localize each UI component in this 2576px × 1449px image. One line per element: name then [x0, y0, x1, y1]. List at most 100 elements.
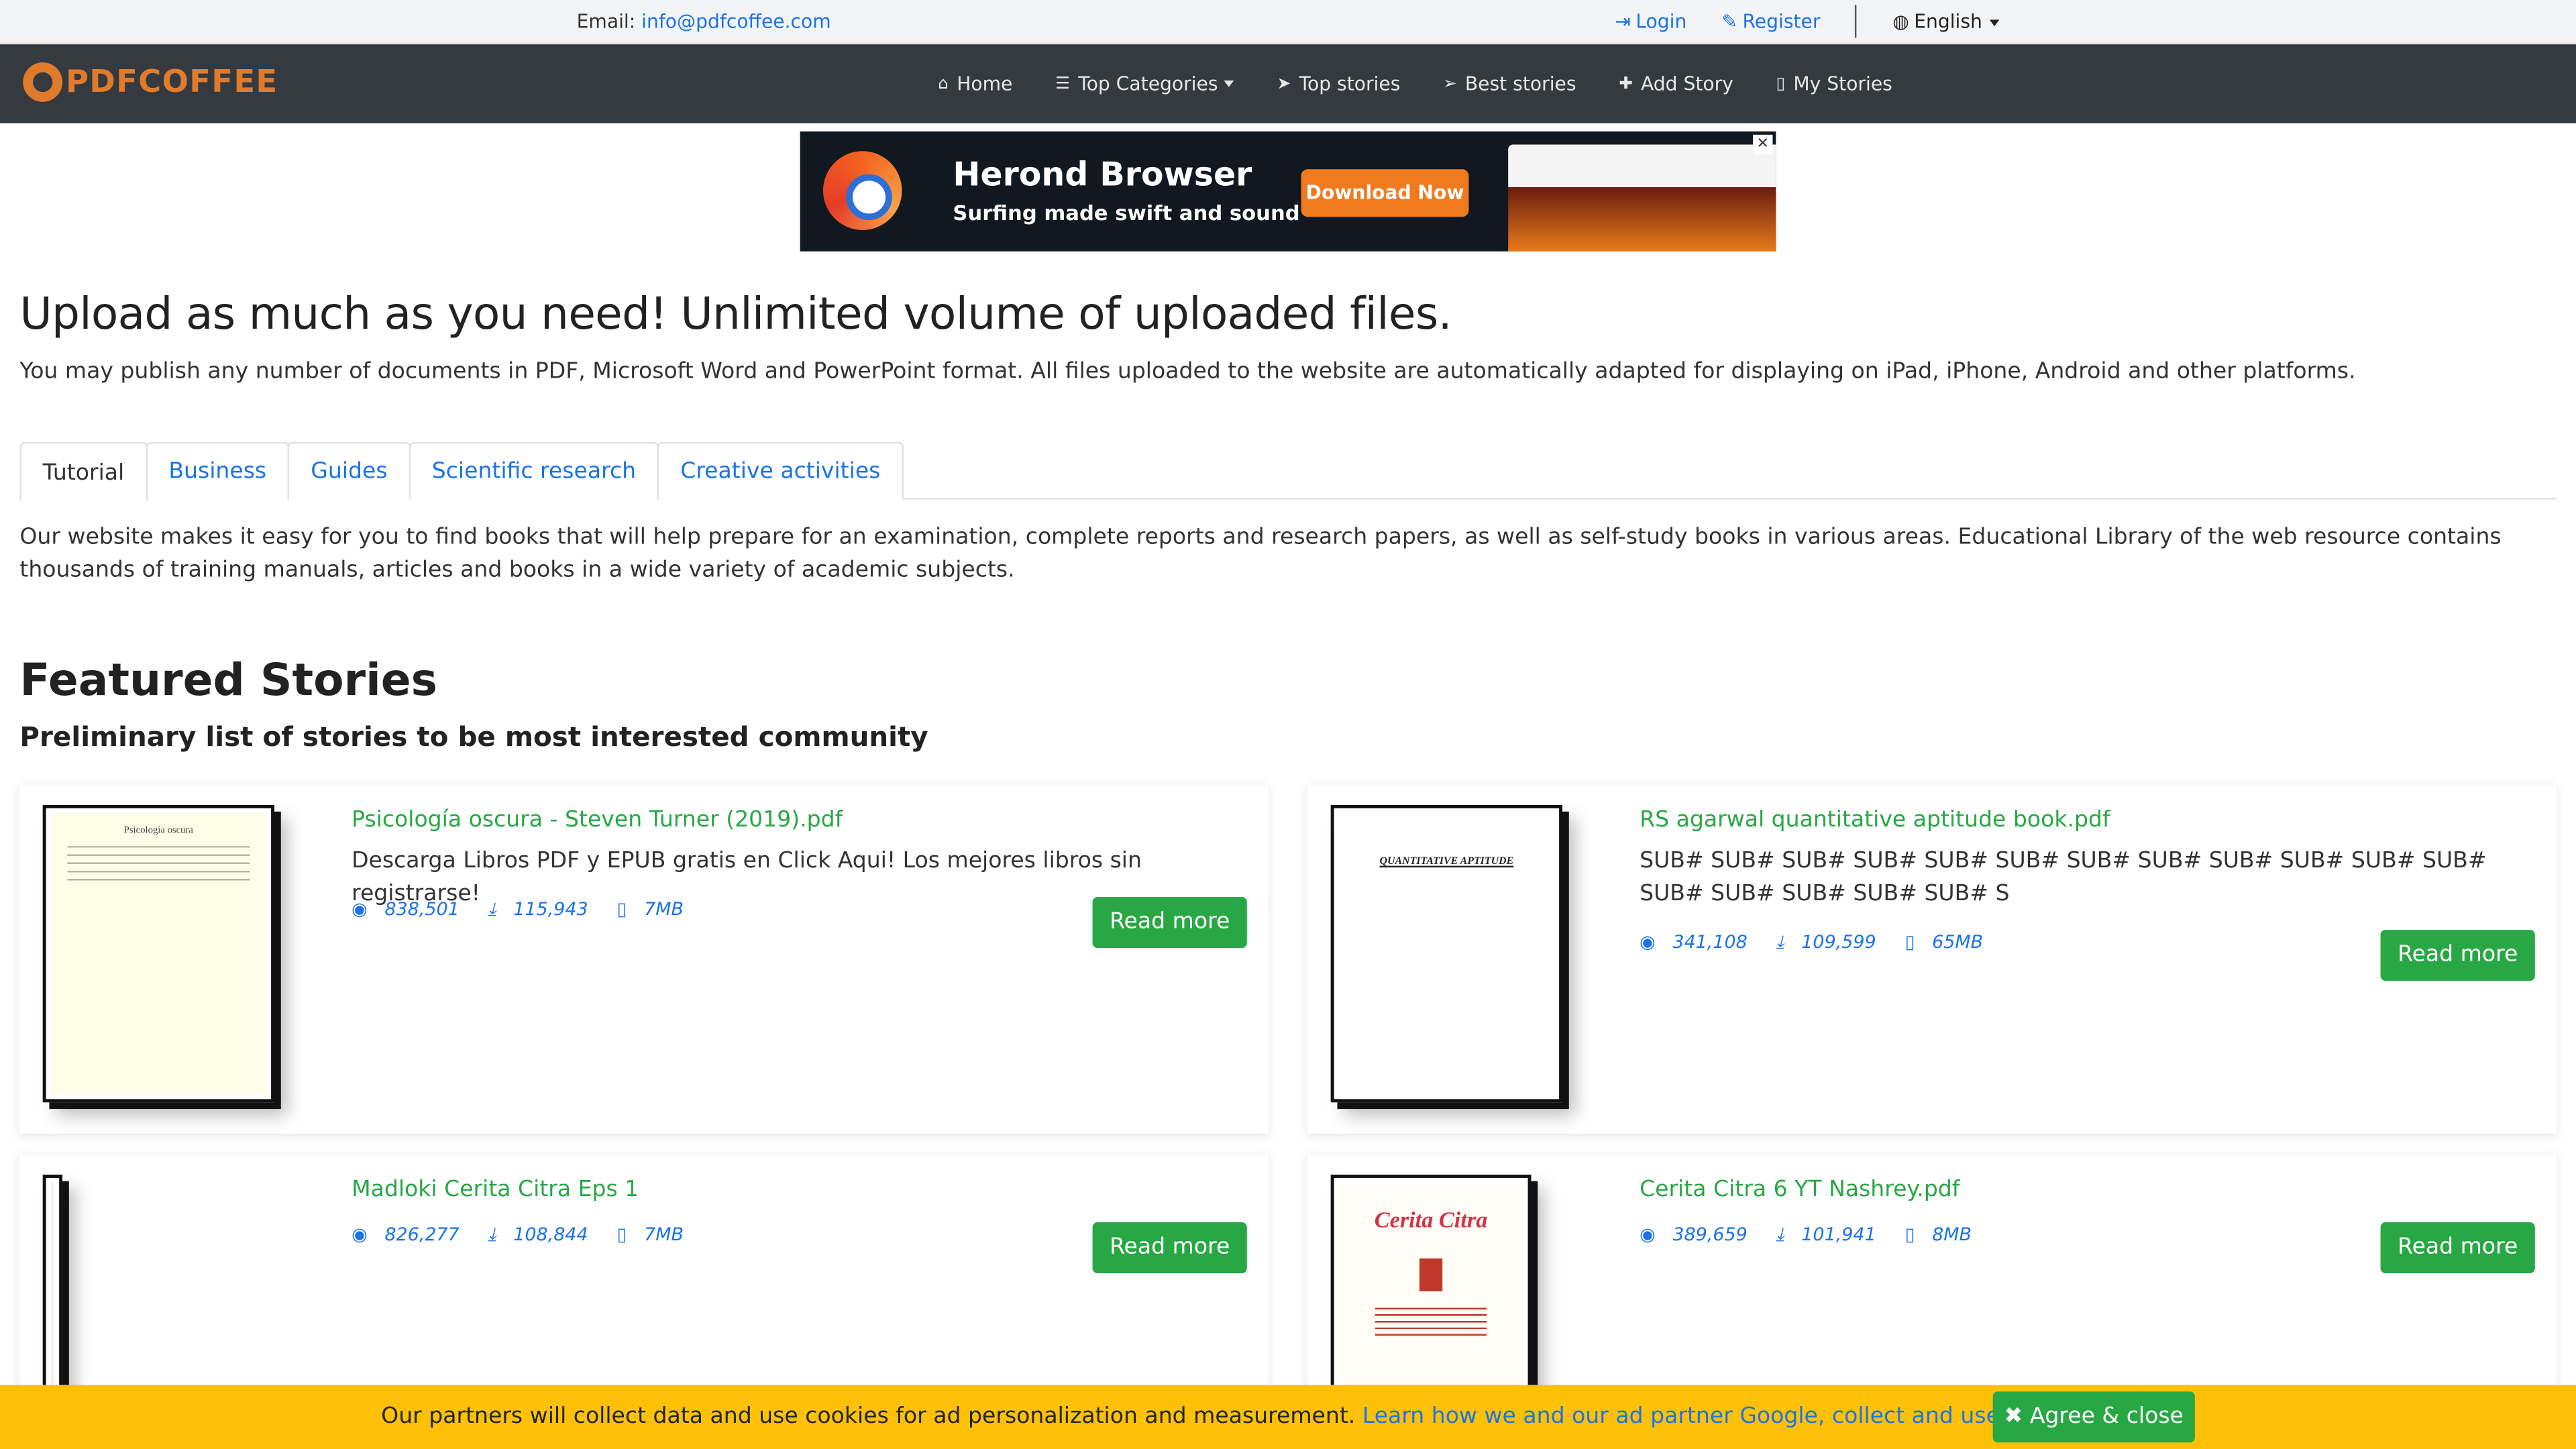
- nav-best-stories[interactable]: ➢ Best stories: [1443, 72, 1576, 95]
- downloads-stat: ⤓ 109,599: [1776, 932, 1888, 953]
- category-tabs: Tutorial Business Guides Scientific rese…: [19, 441, 2557, 501]
- nav-add-story[interactable]: ✚ Add Story: [1619, 72, 1733, 95]
- email-label: Email:: [576, 9, 636, 33]
- read-more-button[interactable]: Read more: [1092, 1222, 1247, 1273]
- nav-home-label: Home: [957, 72, 1013, 96]
- nav-home[interactable]: ⌂ Home: [938, 72, 1012, 95]
- eye-icon: ◉: [352, 1224, 368, 1246]
- download-icon: ⤓: [488, 1224, 496, 1246]
- top-bar: Email: info@pdfcoffee.com ⇥ Login ✎ Regist…: [0, 0, 2576, 45]
- thumbnail-title: Cerita Citra: [1374, 1209, 1488, 1234]
- tab-guides[interactable]: Guides: [287, 441, 411, 500]
- plus-icon: ✚: [1619, 74, 1633, 93]
- ad-close-icon[interactable]: ✕: [1753, 134, 1773, 155]
- site-logo[interactable]: PDFCOFFEE: [23, 62, 278, 102]
- download-icon: ⤓: [1776, 1224, 1784, 1246]
- tab-business[interactable]: Business: [146, 441, 290, 500]
- home-icon: ⌂: [938, 74, 949, 93]
- paper-plane-outline-icon: ➢: [1443, 74, 1457, 93]
- thumbnail-text-lines: [67, 846, 250, 883]
- download-icon: ⤓: [488, 898, 496, 920]
- featured-subheading: Preliminary list of stories to be most i…: [19, 721, 928, 753]
- topbar-divider: [1854, 5, 1857, 38]
- nav-best-stories-label: Best stories: [1464, 72, 1576, 96]
- nav-top-categories-label: Top Categories: [1078, 72, 1218, 96]
- views-stat: ◉ 838,501: [352, 899, 471, 920]
- views-stat: ◉ 341,108: [1640, 932, 1759, 953]
- views-stat: ◉ 389,659: [1640, 1224, 1759, 1246]
- ad-screenshot-image: [1508, 144, 1776, 252]
- coffee-logo-icon: [23, 62, 63, 102]
- page-lead: You may publish any number of documents …: [19, 358, 2356, 385]
- ad-banner[interactable]: Herond Browser Surfing made swift and so…: [800, 131, 1776, 252]
- story-title[interactable]: RS agarwal quantitative aptitude book.pd…: [1640, 806, 2110, 833]
- email-info: Email: info@pdfcoffee.com: [577, 10, 831, 33]
- nav-top-stories[interactable]: ➤ Top stories: [1277, 72, 1401, 95]
- read-more-button[interactable]: Read more: [2380, 930, 2535, 981]
- read-more-button[interactable]: Read more: [1092, 897, 1247, 949]
- nav-top-categories[interactable]: ☰ Top Categories: [1055, 72, 1235, 96]
- nav-add-story-label: Add Story: [1641, 72, 1733, 96]
- cookie-learn-more-link[interactable]: Learn how we and our ad partner Google, …: [1362, 1403, 2057, 1429]
- main-navbar: PDFCOFFEE ⌂ Home ☰ Top Categories ➤ Top sto…: [0, 44, 2576, 123]
- story-stats: ◉ 341,108 ⤓ 109,599 ▯ 65MB: [1640, 932, 2006, 955]
- logo-text: PDFCOFFEE: [65, 64, 278, 101]
- story-thumbnail[interactable]: Psicología oscura: [42, 805, 274, 1103]
- story-title[interactable]: Madloki Cerita Citra Eps 1: [352, 1176, 639, 1202]
- story-stats: ◉ 826,277 ⤓ 108,844 ▯ 7MB: [352, 1224, 706, 1247]
- email-link[interactable]: info@pdfcoffee.com: [641, 10, 831, 33]
- ad-title: Herond Browser: [953, 154, 1252, 194]
- story-description: SUB# SUB# SUB# SUB# SUB# SUB# SUB# SUB# …: [1640, 847, 2487, 907]
- read-more-button[interactable]: Read more: [2380, 1222, 2535, 1273]
- file-icon: ▯: [1776, 74, 1786, 93]
- size-stat: ▯ 7MB: [617, 1224, 696, 1246]
- page-root: Email: info@pdfcoffee.com ⇥ Login ✎ Regist…: [0, 0, 2576, 1449]
- file-size: 65MB: [1932, 931, 1984, 953]
- tab-creative-activities[interactable]: Creative activities: [657, 441, 904, 500]
- eye-icon: ◉: [1640, 931, 1656, 953]
- thumbnail-page: Psicología oscura: [50, 813, 266, 1095]
- downloads-count: 101,941: [1801, 1224, 1876, 1246]
- nav-my-stories-label: My Stories: [1793, 72, 1892, 96]
- cookie-text: Our partners will collect data and use c…: [381, 1403, 1356, 1430]
- downloads-stat: ⤓ 108,844: [488, 1224, 600, 1246]
- thumbnail-text-lines: [1375, 1307, 1487, 1338]
- tab-tutorial[interactable]: Tutorial: [19, 441, 148, 501]
- thumbnail-image: [1419, 1258, 1443, 1291]
- tab-scientific-research[interactable]: Scientific research: [409, 441, 659, 500]
- register-link[interactable]: ✎ Register: [1722, 10, 1821, 33]
- story-stats: ◉ 389,659 ⤓ 101,941 ▯ 8MB: [1640, 1224, 1994, 1247]
- nav-top-stories-label: Top stories: [1299, 72, 1401, 96]
- language-dropdown[interactable]: ◍ English: [1892, 9, 1999, 33]
- file-size: 8MB: [1932, 1224, 1972, 1246]
- story-card: QUANTITATIVE APTITUDE RS agarwal quantit…: [1307, 785, 2557, 1134]
- agree-close-button[interactable]: ✖ Agree & close: [1992, 1391, 2195, 1443]
- ad-download-button[interactable]: Download Now: [1301, 169, 1469, 217]
- file-icon: ▯: [1904, 1224, 1915, 1246]
- size-stat: ▯ 65MB: [1905, 932, 1995, 953]
- story-title[interactable]: Psicología oscura - Steven Turner (2019)…: [352, 806, 843, 833]
- thumbnail-page: QUANTITATIVE APTITUDE: [1338, 813, 1554, 1095]
- views-count: 838,501: [384, 898, 460, 920]
- views-count: 341,108: [1672, 931, 1748, 953]
- language-label: English: [1914, 9, 1982, 33]
- story-thumbnail[interactable]: QUANTITATIVE APTITUDE: [1330, 805, 1562, 1103]
- agree-label: Agree & close: [2029, 1403, 2184, 1430]
- login-link[interactable]: ⇥ Login: [1615, 10, 1686, 33]
- list-icon: ☰: [1055, 74, 1071, 93]
- featured-heading: Featured Stories: [19, 655, 438, 707]
- tab-content-text: Our website makes it easy for you to fin…: [19, 524, 2502, 584]
- downloads-stat: ⤓ 115,943: [488, 899, 600, 920]
- browser-logo-icon: [822, 151, 902, 230]
- login-label: Login: [1635, 9, 1687, 33]
- caret-down-icon: [1224, 80, 1235, 87]
- story-stats: ◉ 838,501 ⤓ 115,943 ▯ 7MB: [352, 899, 706, 922]
- file-size: 7MB: [644, 898, 684, 920]
- file-size: 7MB: [644, 1224, 684, 1246]
- downloads-count: 108,844: [513, 1224, 588, 1246]
- size-stat: ▯ 8MB: [1905, 1224, 1984, 1246]
- sign-in-icon: ⇥: [1615, 9, 1631, 33]
- nav-my-stories[interactable]: ▯ My Stories: [1776, 72, 1892, 95]
- story-title[interactable]: Cerita Citra 6 YT Nashrey.pdf: [1640, 1176, 1960, 1202]
- views-stat: ◉ 826,277: [352, 1224, 471, 1246]
